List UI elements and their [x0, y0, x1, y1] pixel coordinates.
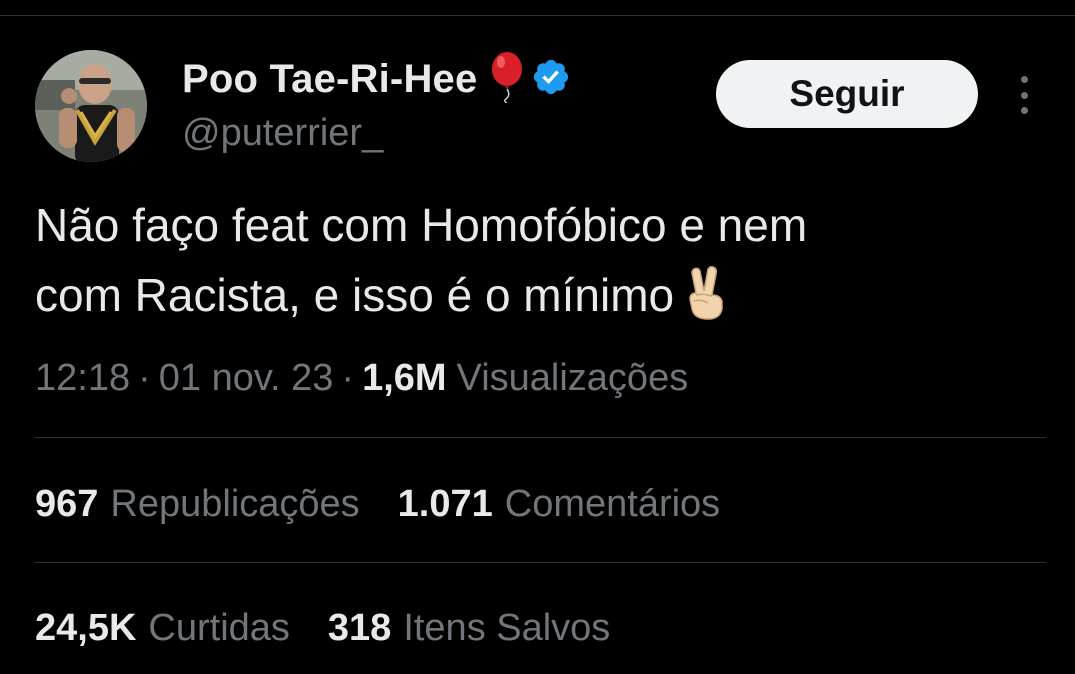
author-display-name[interactable]: Poo Tae-Ri-Hee [182, 57, 477, 102]
more-options-icon[interactable] [1008, 74, 1040, 116]
tweet-text: Não faço feat com Homofóbico e nem com R… [35, 190, 1035, 340]
victory-hand-icon [684, 265, 728, 340]
reposts-stat[interactable]: 967 Republicações [35, 483, 360, 526]
author-name-row: Poo Tae-Ri-Hee [182, 51, 571, 108]
follow-button[interactable]: Seguir [716, 60, 978, 128]
comments-count: 1.071 [397, 482, 493, 525]
reposts-label: Republicações [110, 482, 360, 525]
verified-badge-icon[interactable] [531, 57, 571, 102]
views-label: Visualizações [456, 356, 689, 399]
comments-stat[interactable]: 1.071 Comentários [398, 483, 721, 526]
author-handle[interactable]: @puterrier_ [182, 112, 383, 155]
comments-label: Comentários [504, 482, 721, 525]
tweet-meta: 12:18 · 01 nov. 23 · 1,6M Visualizações [35, 350, 688, 406]
likes-count: 24,5K [35, 606, 137, 649]
avatar[interactable] [35, 50, 147, 162]
reposts-count: 967 [35, 482, 99, 525]
likes-label: Curtidas [148, 606, 290, 649]
balloon-icon [489, 51, 525, 108]
saves-label: Itens Salvos [403, 606, 611, 649]
avatar-image [35, 50, 147, 162]
views-count: 1,6M [362, 356, 447, 399]
likes-stat[interactable]: 24,5K Curtidas [35, 607, 290, 650]
tweet-date[interactable]: 01 nov. 23 [159, 357, 334, 400]
tweet-text-line: com Racista, e isso é o mínimo [35, 260, 1035, 340]
top-divider [0, 15, 1075, 16]
tweet-text-line: Não faço feat com Homofóbico e nem [35, 199, 808, 251]
divider [35, 562, 1046, 563]
stats-row-engagement: 967 Republicações 1.071 Comentários [35, 474, 758, 534]
meta-separator: · [341, 356, 355, 399]
stats-row-likes: 24,5K Curtidas 318 Itens Salvos [35, 598, 648, 658]
meta-separator: · [138, 356, 151, 399]
divider [35, 437, 1046, 438]
saves-stat[interactable]: 318 Itens Salvos [328, 607, 610, 650]
saves-count: 318 [327, 606, 392, 649]
tweet-time[interactable]: 12:18 [35, 357, 130, 400]
